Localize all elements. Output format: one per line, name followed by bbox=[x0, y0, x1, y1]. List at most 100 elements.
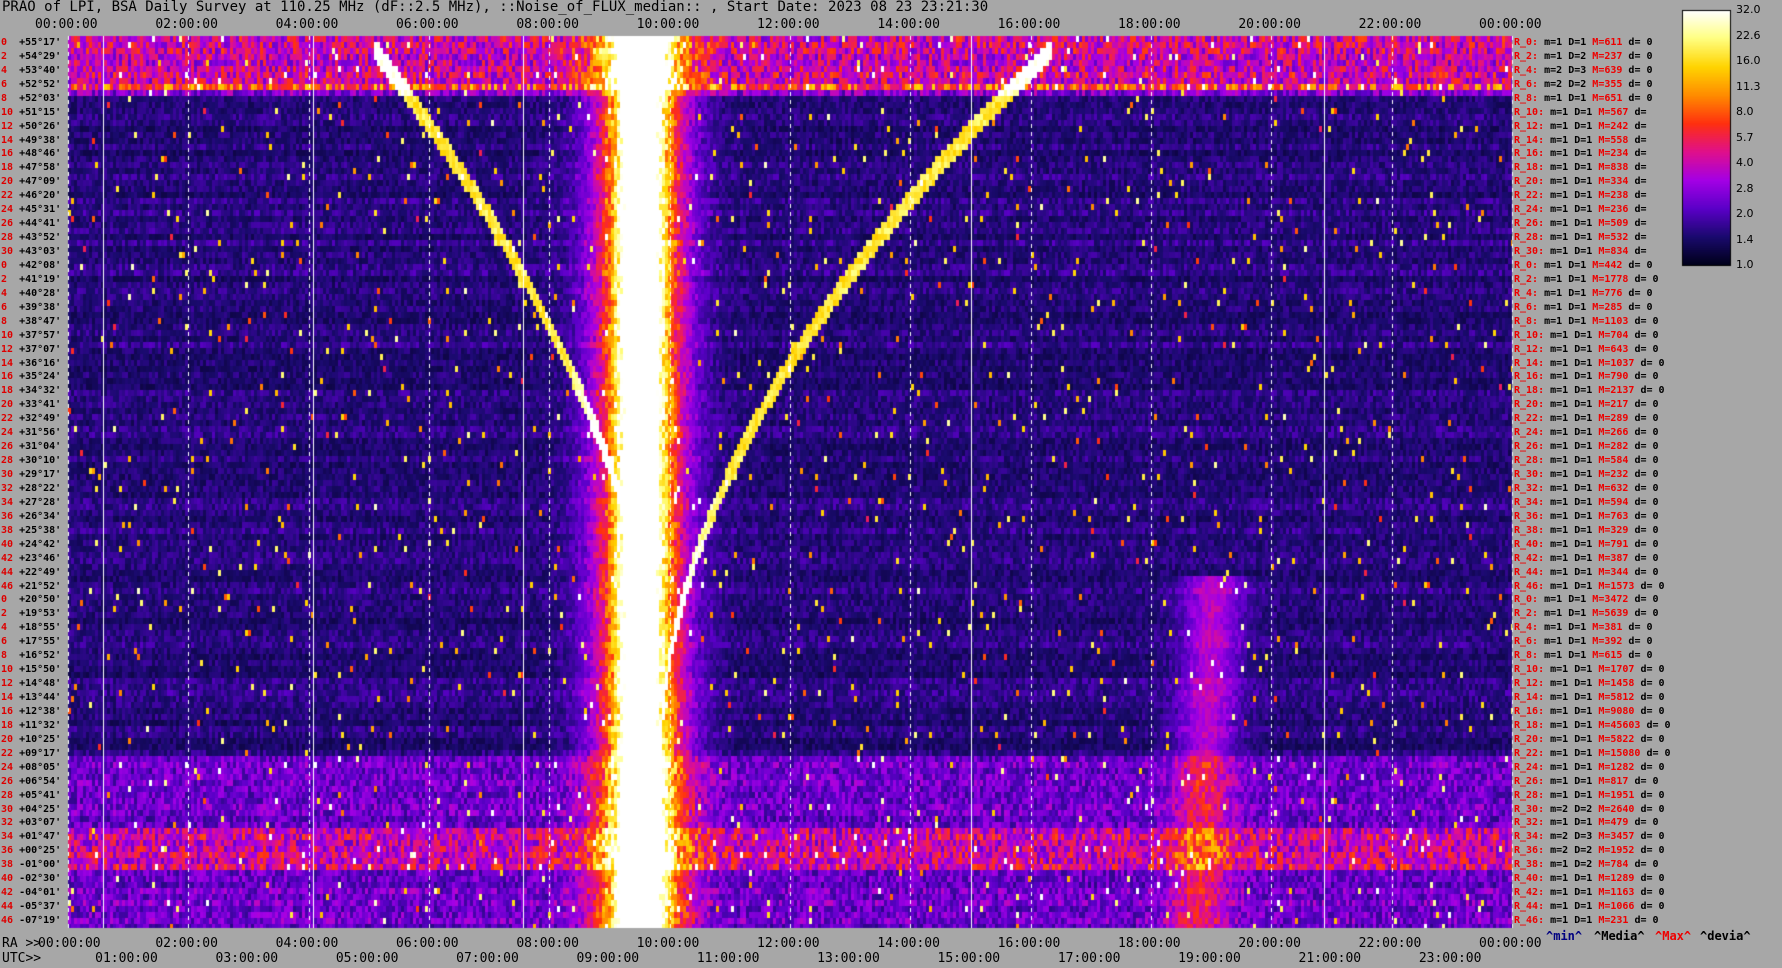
stat-dev: d= 0 bbox=[1634, 455, 1659, 467]
stat-dev: d= 0 bbox=[1634, 538, 1659, 550]
stat-max: M=615 bbox=[1592, 650, 1629, 662]
row-index: 8 bbox=[1, 315, 20, 327]
row-stat: R_20: m=1 D=1 M=5822 d= 0 bbox=[1514, 734, 1665, 745]
stat-dev: d= 0 bbox=[1640, 831, 1665, 843]
row-index: 40 bbox=[1, 538, 20, 550]
top-tick-label: 12:00:00 bbox=[757, 17, 820, 32]
stat-dev: d= 0 bbox=[1646, 747, 1671, 759]
stat-min: m=1 bbox=[1538, 650, 1569, 662]
stat-median: D=1 bbox=[1568, 622, 1593, 634]
row-stat: R_10: m=1 D=1 M=704 d= 0 bbox=[1514, 330, 1659, 341]
declination-value: +13°44' bbox=[19, 692, 62, 704]
stat-row-id: R_6: bbox=[1514, 301, 1539, 313]
utc-tick-label: 13:00:00 bbox=[817, 951, 880, 966]
stat-max: M=611 bbox=[1592, 36, 1629, 48]
declination-value: +49°38' bbox=[19, 134, 62, 146]
declination-label: 8 +16°52' bbox=[1, 651, 61, 661]
declination-label: 6 +17°55' bbox=[1, 637, 61, 647]
stat-row-id: R_16: bbox=[1514, 705, 1545, 717]
stat-median: D=1 bbox=[1574, 176, 1599, 188]
declination-label: 18 +34°32' bbox=[1, 386, 61, 396]
stat-min: m=1 bbox=[1544, 887, 1575, 899]
row-stat: R_46: m=1 D=1 M=231 d= 0 bbox=[1514, 915, 1659, 926]
declination-value: +08°05' bbox=[19, 761, 62, 773]
declination-value: +15°50' bbox=[19, 664, 62, 676]
stat-max: M=1707 bbox=[1598, 664, 1641, 676]
declination-label: 22 +09°17' bbox=[1, 748, 61, 759]
stat-min: m=1 bbox=[1544, 775, 1575, 787]
stat-min: m=1 bbox=[1538, 622, 1569, 634]
declination-value: +26°34' bbox=[19, 510, 62, 522]
declination-label: 20 +47°09' bbox=[1, 177, 61, 187]
declination-label: 22 +32°49' bbox=[1, 414, 61, 424]
stat-min: m=1 bbox=[1544, 204, 1575, 216]
declination-label: 0 +42°08' bbox=[1, 260, 61, 271]
declination-value: +51°15' bbox=[19, 106, 62, 118]
declination-label: 38 -01°00' bbox=[1, 860, 61, 870]
row-index: 38 bbox=[1, 859, 20, 871]
stat-dev: d= 0 bbox=[1634, 441, 1659, 453]
declination-value: +54°29' bbox=[19, 50, 62, 62]
legend-median: ^Media^ bbox=[1594, 929, 1645, 943]
declination-value: +37°07' bbox=[19, 343, 62, 355]
stat-row-id: R_4: bbox=[1514, 64, 1539, 76]
stat-dev: d= 0 bbox=[1628, 36, 1653, 48]
declination-label: 2 +41°19' bbox=[1, 274, 61, 285]
row-index: 8 bbox=[1, 650, 20, 662]
stat-min: m=1 bbox=[1538, 301, 1569, 313]
ra-tick-label: 14:00:00 bbox=[877, 936, 940, 951]
declination-label: 24 +08°05' bbox=[1, 761, 62, 773]
stat-dev: d= 0 bbox=[1628, 259, 1653, 271]
declination-value: +53°40' bbox=[19, 64, 62, 76]
stat-row-id: R_6: bbox=[1514, 636, 1539, 648]
stat-median: D=1 bbox=[1574, 873, 1599, 885]
stat-row-id: R_14: bbox=[1514, 357, 1545, 369]
row-index: 42 bbox=[1, 552, 20, 564]
stat-max: M=834 bbox=[1598, 246, 1635, 258]
stat-median: D=3 bbox=[1568, 64, 1593, 76]
stat-median: D=2 bbox=[1574, 803, 1599, 815]
declination-value: +05°41' bbox=[19, 789, 62, 801]
stat-max: M=1289 bbox=[1598, 873, 1641, 885]
row-stat: R_4: m=1 D=1 M=776 d= 0 bbox=[1514, 288, 1653, 299]
stat-dev: d= 0 bbox=[1640, 901, 1665, 913]
declination-value: +22°49' bbox=[19, 566, 62, 578]
stat-median: D=1 bbox=[1568, 287, 1593, 299]
ra-tick-label: 10:00:00 bbox=[636, 936, 700, 951]
stat-row-id: R_46: bbox=[1514, 915, 1545, 927]
utc-tick-label: 17:00:00 bbox=[1057, 951, 1121, 966]
stat-min: m=1 bbox=[1544, 664, 1575, 676]
stat-max: M=479 bbox=[1598, 817, 1635, 829]
row-index: 44 bbox=[1, 901, 20, 913]
declination-value: +27°28' bbox=[19, 496, 62, 508]
stat-max: M=45603 bbox=[1598, 719, 1647, 731]
declination-value: +55°17' bbox=[19, 36, 62, 48]
declination-value: +52°03' bbox=[19, 92, 62, 104]
ra-tick-label: 00:00:00 bbox=[38, 936, 101, 951]
stat-max: M=217 bbox=[1598, 399, 1635, 411]
stat-max: M=651 bbox=[1592, 92, 1629, 104]
stat-dev: d= 0 bbox=[1634, 413, 1659, 425]
stat-dev: d= 0 bbox=[1640, 789, 1665, 801]
stat-min: m=1 bbox=[1544, 580, 1575, 592]
stat-max: M=232 bbox=[1598, 469, 1635, 481]
row-index: 10 bbox=[1, 106, 20, 118]
stat-min: m=1 bbox=[1544, 859, 1575, 871]
stat-min: m=1 bbox=[1538, 636, 1569, 648]
stat-max: M=763 bbox=[1598, 510, 1635, 522]
stat-max: M=2640 bbox=[1598, 803, 1641, 815]
stat-median: D=1 bbox=[1574, 664, 1599, 676]
declination-label: 32 +03°07' bbox=[1, 818, 61, 828]
stat-median: D=1 bbox=[1574, 106, 1599, 118]
stat-row-id: R_24: bbox=[1514, 204, 1545, 216]
declination-value: +06°54' bbox=[19, 775, 62, 787]
stat-min: m=1 bbox=[1544, 218, 1575, 230]
stat-row-id: R_18: bbox=[1514, 162, 1545, 174]
stat-min: m=1 bbox=[1544, 413, 1575, 425]
stat-max: M=334 bbox=[1598, 176, 1635, 188]
row-index: 2 bbox=[1, 50, 20, 62]
stat-max: M=639 bbox=[1592, 64, 1629, 76]
stat-dev: d= bbox=[1634, 190, 1647, 202]
stat-dev: d= 0 bbox=[1634, 566, 1659, 578]
row-index: 36 bbox=[1, 510, 20, 522]
